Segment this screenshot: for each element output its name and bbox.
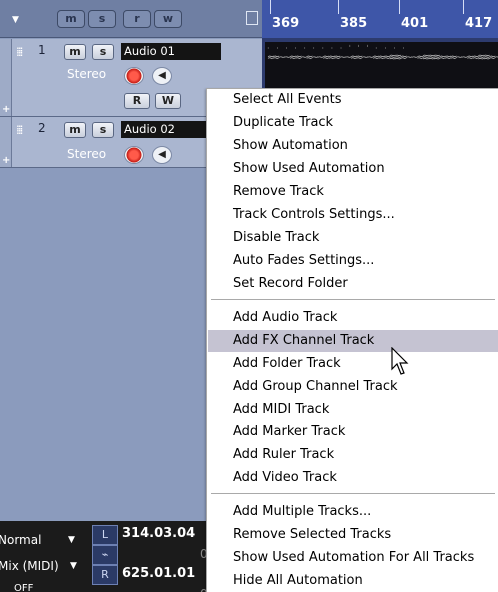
track-number: 1	[38, 43, 46, 57]
menu-item-auto-fades-settings[interactable]: Auto Fades Settings...	[208, 250, 498, 272]
read-automation-button[interactable]: R	[124, 93, 150, 109]
menu-item-remove-track[interactable]: Remove Track	[208, 181, 498, 203]
menu-item-add-marker-track[interactable]: Add Marker Track	[208, 421, 498, 443]
menu-item-add-audio-track[interactable]: Add Audio Track	[208, 307, 498, 329]
right-locator-button[interactable]: R	[92, 565, 118, 585]
solo-button[interactable]: s	[92, 44, 114, 60]
left-locator-button[interactable]: L	[92, 525, 118, 545]
track-number: 2	[38, 121, 46, 135]
record-enable-button[interactable]	[124, 67, 144, 85]
ruler-tick	[463, 0, 464, 14]
global-write-button[interactable]: w	[154, 10, 182, 28]
mix-dropdown-icon[interactable]: ▼	[70, 561, 77, 571]
menu-item-show-automation[interactable]: Show Automation	[208, 135, 498, 157]
menu-item-show-used-automation[interactable]: Show Used Automation	[208, 158, 498, 180]
ruler-tick	[270, 0, 271, 14]
menu-separator	[211, 493, 495, 494]
menu-item-add-folder-track[interactable]: Add Folder Track	[208, 353, 498, 375]
menu-item-add-midi-track[interactable]: Add MIDI Track	[208, 399, 498, 421]
menu-item-show-used-automation-all[interactable]: Show Used Automation For All Tracks	[208, 547, 498, 569]
menu-item-duplicate-track[interactable]: Duplicate Track	[208, 112, 498, 134]
write-automation-button[interactable]: W	[155, 93, 181, 109]
menu-item-add-multiple-tracks[interactable]: Add Multiple Tracks...	[208, 501, 498, 523]
mode-select[interactable]: Normal	[0, 533, 41, 547]
right-locator-position[interactable]: 625.01.01	[122, 566, 195, 581]
mute-button[interactable]: m	[64, 122, 86, 138]
monitor-button[interactable]: ◀	[152, 67, 172, 85]
menu-item-track-controls-settings[interactable]: Track Controls Settings...	[208, 204, 498, 226]
locator-link-button[interactable]: ⌁	[92, 545, 118, 565]
audio-track-icon: ⁞⁞⁞	[16, 123, 24, 137]
ruler-label: 417	[465, 16, 493, 31]
channel-config-label: Stereo	[67, 147, 107, 161]
waveform-top: · · · · · · · · · ˈ ˈ ˈ · · · ·	[267, 44, 407, 53]
track-name-field[interactable]: Audio 01	[121, 43, 221, 60]
track-list-menu-arrow-icon[interactable]: ▼	[12, 15, 19, 25]
audio-track-icon: ⁞⁞⁞	[16, 45, 24, 59]
speaker-icon: ◀	[158, 149, 166, 160]
ruler-label: 401	[401, 16, 429, 31]
global-mute-button[interactable]: m	[57, 10, 85, 28]
menu-separator	[211, 299, 495, 300]
ruler-label: 369	[272, 16, 300, 31]
ruler-label: 385	[340, 16, 368, 31]
track-list-window-icon[interactable]	[246, 11, 258, 25]
track-list-header: ▼ m s r w	[0, 0, 262, 38]
menu-item-select-all-events[interactable]: Select All Events	[208, 89, 498, 111]
menu-item-disable-track[interactable]: Disable Track	[208, 227, 498, 249]
expand-automation-icon[interactable]: +	[2, 104, 10, 115]
ruler-tick	[399, 0, 400, 14]
record-enable-button[interactable]	[124, 146, 144, 164]
mode-dropdown-icon[interactable]: ▼	[68, 535, 75, 545]
mix-select[interactable]: Mix (MIDI)	[0, 559, 59, 573]
solo-button[interactable]: s	[92, 122, 114, 138]
global-track-buttons: m s r w	[57, 10, 182, 28]
track-context-menu: Select All Events Duplicate Track Show A…	[206, 88, 498, 592]
mute-button[interactable]: m	[64, 44, 86, 60]
expand-automation-icon[interactable]: +	[2, 155, 10, 166]
monitor-button[interactable]: ◀	[152, 146, 172, 164]
channel-config-label: Stereo	[67, 67, 107, 81]
menu-item-add-fx-channel-track[interactable]: Add FX Channel Track	[208, 330, 498, 352]
menu-item-hide-all-automation[interactable]: Hide All Automation	[208, 570, 498, 592]
menu-item-set-record-folder[interactable]: Set Record Folder	[208, 273, 498, 295]
audio-waveform: ≈≈~~≈≈~≈~~≈≈≈~~≈≈~~≈≈≈≋≋≈~~≈≋≋≋≈≈≈~~≈≈≋≋…	[267, 53, 498, 63]
global-solo-button[interactable]: s	[88, 10, 116, 28]
off-label: OFF	[14, 583, 34, 592]
ruler-tick	[338, 0, 339, 14]
speaker-icon: ◀	[158, 70, 166, 81]
global-read-button[interactable]: r	[123, 10, 151, 28]
menu-item-add-ruler-track[interactable]: Add Ruler Track	[208, 444, 498, 466]
menu-item-add-video-track[interactable]: Add Video Track	[208, 467, 498, 489]
timeline-ruler[interactable]: 369 385 401 417	[262, 0, 498, 38]
menu-item-add-group-channel-track[interactable]: Add Group Channel Track	[208, 376, 498, 398]
left-locator-position[interactable]: 314.03.04	[122, 526, 195, 541]
menu-item-remove-selected-tracks[interactable]: Remove Selected Tracks	[208, 524, 498, 546]
arrow-cursor-icon	[391, 347, 409, 375]
audio-event[interactable]: · · · · · · · · · ˈ ˈ ˈ · · · · ≈≈~~≈≈~≈…	[265, 42, 498, 88]
